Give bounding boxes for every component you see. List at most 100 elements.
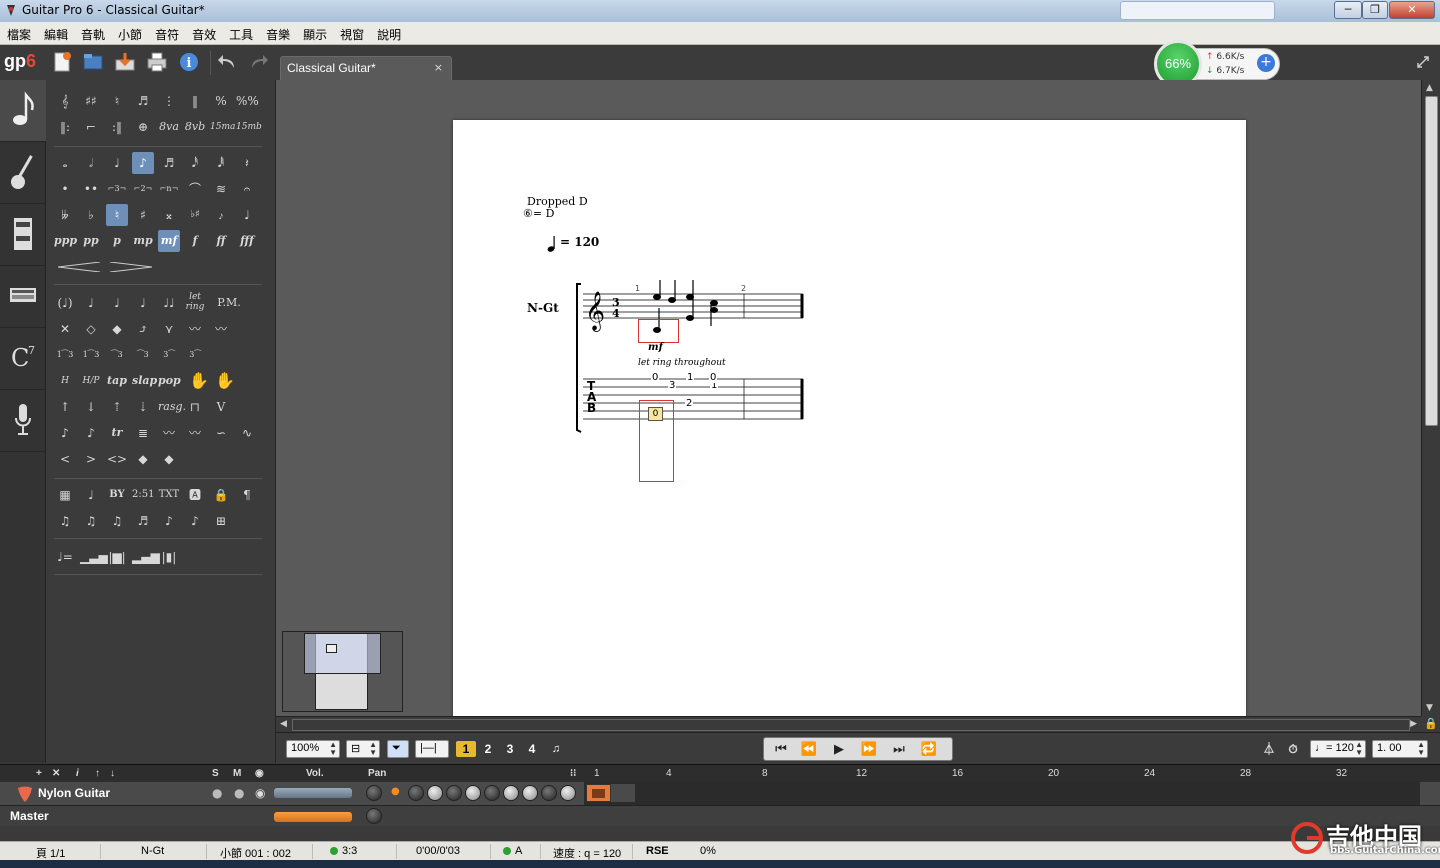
grace-note-icon[interactable]: 𝆔 [210,204,232,226]
menu-edit[interactable]: 編輯 [37,22,74,44]
double-dotted-icon[interactable]: •• [80,178,102,200]
wide-vibrato-icon[interactable]: 〰 [210,318,232,340]
print-icon[interactable] [145,50,169,74]
ghost-note-icon[interactable]: (♩) [54,292,76,314]
repeat-end-icon[interactable]: :‖ [106,116,128,138]
document-tab[interactable]: Classical Guitar* × [280,56,452,80]
fast-forward-icon[interactable]: ⏩ [856,741,882,759]
grace-note-on-beat-icon[interactable]: ♪ [80,422,102,444]
double-barline-icon[interactable]: ‖ [184,90,206,112]
repeat-start-icon[interactable]: ‖: [54,116,76,138]
flat-icon[interactable]: ♭ [80,204,102,226]
voice-3-button[interactable]: 3 [500,741,520,757]
right-hand-icon[interactable]: ✋ [214,370,236,392]
decrescendo-icon[interactable] [110,262,154,272]
sharp-icon[interactable]: ♯ [132,204,154,226]
crescendo-icon[interactable] [58,262,102,272]
eighth-note-icon[interactable]: ♪ [132,152,154,174]
mute-toggle[interactable]: ● [234,786,244,800]
tab-fret[interactable]: 3 [668,381,677,391]
slide-up-icon[interactable]: 1⁀3 [80,344,102,366]
minimize-button[interactable]: ─ [1334,1,1362,19]
timeline-options-icon[interactable]: ⁝⁝ [570,768,576,779]
hammer-pull-icon[interactable]: H/P [80,370,102,392]
vertical-scrollbar[interactable]: ▲ ▼ [1421,80,1440,716]
loop-icon[interactable]: 🔁 [916,741,942,759]
slap-button[interactable]: slap [132,370,157,392]
menu-bar-measure[interactable]: 小節 [111,22,148,44]
15mb-button[interactable]: 15mb [236,116,262,138]
effect-knob[interactable] [446,785,462,801]
staff-view-button[interactable]: |—| [415,740,449,758]
dynamic-ppp[interactable]: ppp [54,230,77,252]
break-beam-icon[interactable]: ♫ [106,510,128,532]
stem-direction-icon[interactable]: ♪ [184,510,206,532]
15ma-button[interactable]: 15ma [210,116,235,138]
natural-key-icon[interactable]: ♮ [106,90,128,112]
tempo-marker-icon[interactable]: ♩ [80,484,102,506]
section-button[interactable]: BY [106,484,128,506]
menu-tools[interactable]: 工具 [222,22,259,44]
text-box-icon[interactable]: 🅰 [184,484,206,506]
menu-view[interactable]: 顯示 [296,22,333,44]
staff-layout-icon[interactable]: ⊞ [210,510,232,532]
palm-mute-button[interactable]: P.M. [214,292,244,314]
horizontal-scroll-thumb[interactable] [292,719,1410,731]
tremolo-icon[interactable]: ≋ [210,178,232,200]
slide-in-icon[interactable]: 1⁀3 [54,344,76,366]
trill-button[interactable]: tr [106,422,128,444]
beam-group-icon[interactable]: ♬ [132,510,154,532]
tremolo-picking-icon[interactable]: ≣ [132,422,154,444]
menu-note[interactable]: 音符 [148,22,185,44]
heavy-accent-icon[interactable]: ♩ [106,292,128,314]
pan-automation-icon[interactable]: |▆| [106,546,128,568]
redo-icon[interactable] [246,50,270,74]
new-file-icon[interactable] [50,50,74,74]
let-ring-button[interactable]: let ring [184,292,206,314]
horizontal-scrollbar[interactable]: ◀ ▶ [276,716,1421,732]
vibrato-icon[interactable]: 〰 [184,318,206,340]
fade-out-icon[interactable]: > [80,448,102,470]
solo-toggle[interactable]: ● [212,786,222,800]
info-icon[interactable]: i [177,50,201,74]
key-signature-icon[interactable]: ♯♯ [80,90,102,112]
go-to-start-icon[interactable]: ⏮ [768,741,794,759]
master-pan-automation-icon[interactable]: |▮| [158,546,180,568]
half-note-icon[interactable]: 𝅗𝅥 [80,152,102,174]
fullscreen-icon[interactable] [1416,55,1430,69]
dynamic-mf[interactable]: mf [158,230,180,252]
vertical-scroll-thumb[interactable] [1425,96,1438,426]
fade-in-icon[interactable]: < [54,448,76,470]
menu-effects[interactable]: 音效 [185,22,222,44]
wah-open-icon[interactable]: ◆ [132,448,154,470]
guitar-icon[interactable] [0,142,46,204]
dip-icon[interactable]: 〰 [184,422,206,444]
volume-automation-icon[interactable]: ▁▃▅ [80,546,108,568]
timeline-measure-selected[interactable] [586,784,611,802]
turn-icon[interactable]: ∽ [210,422,232,444]
selected-fret[interactable]: 0 [648,407,663,421]
microphone-icon[interactable] [0,390,46,452]
8vb-button[interactable]: 8vb [184,116,206,138]
stroke-up-icon[interactable]: ↑ [54,396,76,418]
time-signature-icon[interactable]: ♬ [132,90,154,112]
natural-icon[interactable]: ♮ [106,204,128,226]
layout-select[interactable]: ⊟ ▲ ▼ [346,740,380,758]
keyboard-icon[interactable] [0,266,46,328]
whole-note-icon[interactable]: 𝅝 [54,152,76,174]
fermata-icon[interactable]: 𝄐 [236,178,258,200]
slide-out-down-icon[interactable]: ⁀3 [106,344,128,366]
pick-down-icon[interactable]: ⊓ [184,396,206,418]
pop-button[interactable]: pop [158,370,181,392]
dead-note-icon[interactable]: ✕ [54,318,76,340]
text-button[interactable]: TXT [158,484,180,506]
multi-voice-icon[interactable]: ♫ [546,741,566,757]
courtesy-accidental-icon[interactable]: ♭♯ [184,204,206,226]
tempo-automation-icon[interactable]: ♩= [54,546,76,568]
master-volume-automation-icon[interactable]: ▂▄▆ [132,546,160,568]
double-sharp-icon[interactable]: 𝄪 [158,204,180,226]
tie-icon[interactable]: ⌒ [184,178,206,200]
dynamic-ff[interactable]: ff [210,230,232,252]
menu-track[interactable]: 音軌 [74,22,111,44]
chord-diagram-icon[interactable]: ▦ [54,484,76,506]
